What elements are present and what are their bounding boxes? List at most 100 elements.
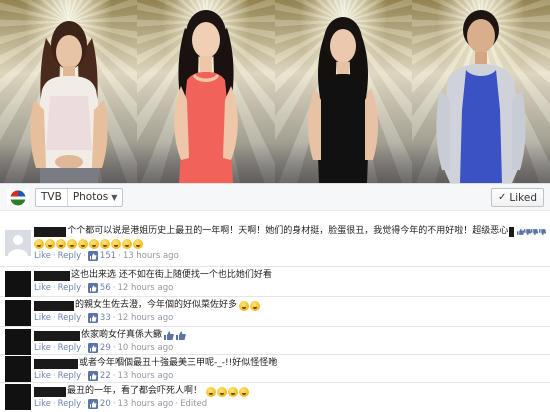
timestamp[interactable]: 12 hours ago [117, 312, 173, 324]
timestamp[interactable]: 13 hours ago [117, 370, 173, 382]
chevron-down-icon: ▼ [111, 193, 118, 202]
like-count[interactable]: 29 [100, 342, 111, 354]
breadcrumb-source[interactable]: TVB [36, 189, 67, 206]
reply-link[interactable]: Reply [58, 250, 82, 262]
separator-dot: · [52, 399, 56, 409]
like-link[interactable]: Like [34, 312, 51, 324]
emoji-icon [78, 239, 88, 249]
comment-text: 最丑的一年，看了都会吓死人啊！ [67, 386, 203, 396]
timestamp[interactable]: 10 hours ago [117, 342, 173, 354]
photo-contestant-3[interactable] [275, 0, 412, 183]
like-count-icon [87, 343, 98, 353]
breadcrumb-album-dropdown[interactable]: Photos ▼ [66, 189, 123, 206]
comment-meta: Like · Reply · 151 · 13 hours ago [34, 250, 546, 262]
separator-dot: · [83, 343, 86, 353]
default-avatar-icon [5, 230, 31, 256]
comment-item: 的親女生佐去澄，今年個的好似菜佐好多 Like · Reply · 33 · 1… [0, 297, 550, 327]
separator-dot: · [52, 343, 56, 353]
liked-button[interactable]: ✓ Liked [491, 188, 544, 207]
timestamp[interactable]: 12 hours ago [117, 282, 173, 294]
avatar[interactable] [5, 300, 31, 326]
album-toolbar: TVB Photos ▼ ✓ Liked [0, 183, 550, 211]
tvb-logo-icon[interactable] [7, 189, 29, 207]
emoji-icon [122, 239, 132, 249]
redacted-author[interactable] [34, 386, 66, 397]
avatar[interactable] [5, 384, 31, 410]
like-count[interactable]: 151 [100, 250, 116, 262]
checkmark-icon: ✓ [498, 192, 507, 203]
separator-dot: · [83, 313, 86, 323]
like-count-icon [87, 313, 98, 323]
timestamp[interactable]: 13 hours ago [123, 250, 179, 262]
avatar[interactable] [5, 230, 31, 256]
contestant-2-figure [174, 10, 238, 183]
timestamp[interactable]: 13 hours ago [117, 398, 173, 410]
separator-dot: · [52, 251, 56, 261]
comment-meta: Like · Reply · 33 · 12 hours ago [34, 312, 546, 324]
comment-meta: Like · Reply · 29 · 10 hours ago [34, 342, 546, 354]
separator-dot: · [52, 313, 56, 323]
redacted-author[interactable] [34, 300, 74, 311]
emoji-icon [206, 386, 217, 397]
like-count[interactable]: 33 [100, 312, 111, 324]
separator-dot: · [112, 399, 116, 409]
like-count[interactable]: 20 [100, 398, 111, 410]
comment-meta: Like · Reply · 20 · 13 hours ago · Edite… [34, 398, 546, 410]
comment-text-line: 依家啲女仔真係大饊 [34, 329, 546, 342]
separator-dot: · [112, 313, 116, 323]
like-link[interactable]: Like [34, 250, 51, 262]
separator-dot: · [83, 399, 86, 409]
redacted-author[interactable] [34, 358, 78, 369]
emoji-icon [67, 239, 77, 249]
thumbs-down-icon [531, 228, 539, 235]
photo-contestant-2[interactable] [137, 0, 275, 183]
comment-list: 个个都可以说是港姐历史上最丑的一年啊！天啊！她们的身材挺，脸蛋很丑，我觉得今年的… [0, 211, 550, 412]
avatar[interactable] [5, 356, 31, 382]
avatar[interactable] [5, 329, 31, 355]
emoji-icon [239, 386, 250, 397]
comment-text-line: 个个都可以说是港姐历史上最丑的一年啊！天啊！她们的身材挺，脸蛋很丑，我觉得今年的… [34, 225, 546, 238]
comment-text: 依家啲女仔真係大饊 [81, 330, 163, 340]
photo-contestant-4[interactable] [412, 0, 550, 183]
like-count-icon [87, 399, 98, 409]
comment-item: 或者今年嗰個最丑十強最美三甲呢-_-!!好似怪怪咃 Like · Reply ·… [0, 355, 550, 383]
comment-meta: Like · Reply · 22 · 13 hours ago [34, 370, 546, 382]
reply-link[interactable]: Reply [58, 398, 82, 410]
emoji-row [34, 238, 546, 250]
separator-dot: · [83, 283, 86, 293]
reply-link[interactable]: Reply [58, 342, 82, 354]
thumbs-down-icon [538, 228, 546, 235]
edited-label[interactable]: Edited [180, 398, 207, 410]
comment-item: 这也出来选 还不如在街上随便找一个也比她们好看 Like · Reply · 5… [0, 267, 550, 297]
emoji-icon [228, 386, 239, 397]
comment-text: 的親女生佐去澄，今年個的好似菜佐好多 [75, 300, 238, 310]
redacted-author[interactable] [34, 270, 70, 281]
contestant-3-figure [308, 17, 378, 183]
reply-link[interactable]: Reply [58, 312, 82, 324]
emoji-icon [250, 300, 261, 311]
comment-item: 个个都可以说是港姐历史上最丑的一年啊！天啊！她们的身材挺，脸蛋很丑，我觉得今年的… [0, 211, 550, 267]
thumbs-down-icon [524, 228, 532, 235]
emoji-icon [217, 386, 228, 397]
separator-dot: · [175, 399, 179, 409]
reply-link[interactable]: Reply [58, 282, 82, 294]
avatar[interactable] [5, 271, 31, 297]
like-link[interactable]: Like [34, 398, 51, 410]
reply-link[interactable]: Reply [58, 370, 82, 382]
comment-item: 依家啲女仔真係大饊 Like · Reply · 29 · 10 hours a… [0, 327, 550, 355]
emoji-icon [133, 239, 143, 249]
separator-dot: · [52, 371, 56, 381]
like-count[interactable]: 22 [100, 370, 111, 382]
like-count[interactable]: 56 [100, 282, 111, 294]
like-link[interactable]: Like [34, 342, 51, 354]
contestant-4-figure [436, 10, 526, 183]
like-count-icon [87, 371, 98, 381]
like-link[interactable]: Like [34, 370, 51, 382]
like-link[interactable]: Like [34, 282, 51, 294]
like-count-icon [87, 283, 98, 293]
thumbs-up-icon [176, 331, 186, 340]
separator-dot: · [112, 283, 116, 293]
redacted-author[interactable] [34, 330, 80, 341]
redacted-author[interactable] [34, 226, 67, 237]
photo-contestant-1[interactable] [0, 0, 137, 183]
